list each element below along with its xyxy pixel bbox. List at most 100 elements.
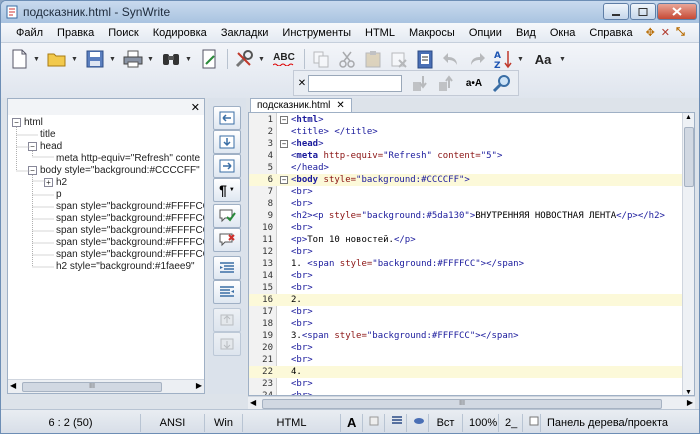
- code-line[interactable]: 18 <br>: [249, 318, 694, 330]
- scroll-right-icon[interactable]: ▶: [687, 398, 693, 407]
- tree-hscrollbar[interactable]: ◀ III ▶: [8, 379, 204, 393]
- menu-html[interactable]: HTML: [358, 23, 402, 43]
- tree-node-h2-style[interactable]: h2 style="background:#1faee9": [56, 261, 195, 273]
- status-panel[interactable]: Панель дерева/проекта: [541, 414, 681, 432]
- new-dropdown-icon[interactable]: ▼: [33, 56, 41, 63]
- print-dropdown-icon[interactable]: ▼: [147, 56, 155, 63]
- editor-hscroll-thumb[interactable]: III: [262, 399, 662, 409]
- find-binoculars-icon[interactable]: [159, 47, 183, 71]
- tree-node-span[interactable]: span style="background:#FFFFCC: [56, 213, 204, 225]
- code-line[interactable]: 11 <p>Топ 10 новостей.</p>: [249, 234, 694, 246]
- close-doc-icon[interactable]: ✕: [661, 26, 670, 39]
- code-line[interactable]: 10 <br>: [249, 222, 694, 234]
- status-insert-mode[interactable]: Вст: [429, 413, 463, 432]
- new-file-icon[interactable]: [7, 47, 31, 71]
- cut-icon[interactable]: [335, 47, 359, 71]
- fold-toggle-icon[interactable]: −: [280, 140, 288, 148]
- menu-file[interactable]: Файл: [9, 23, 50, 43]
- fold-toggle-icon[interactable]: −: [280, 176, 288, 184]
- tree-node-span[interactable]: span style="background:#FFFFCC: [56, 237, 204, 249]
- code-editor[interactable]: 1− <html> 2 <title> </title> 3− <head> 4 <meta …: [248, 112, 695, 396]
- editor-vscroll-thumb[interactable]: [684, 127, 694, 187]
- save-icon[interactable]: [83, 47, 107, 71]
- find-next-icon[interactable]: [408, 71, 432, 95]
- status-position[interactable]: 6 : 2 (50): [1, 413, 141, 432]
- spellcheck-icon[interactable]: ABC: [270, 47, 298, 71]
- paste-icon[interactable]: [361, 47, 385, 71]
- editor-hscrollbar[interactable]: ◀ III ▶: [248, 396, 695, 410]
- editor-vscrollbar[interactable]: ▲ ▼: [682, 113, 694, 395]
- status-line-ending[interactable]: Win: [205, 413, 243, 432]
- comment-remove-icon[interactable]: [213, 228, 241, 252]
- tools-dropdown-icon[interactable]: ▼: [258, 56, 266, 63]
- code-line[interactable]: 6− <body style="background:#CCCCFF">: [249, 174, 694, 186]
- save-dropdown-icon[interactable]: ▼: [109, 56, 117, 63]
- code-line[interactable]: 5 </head>: [249, 162, 694, 174]
- delete-icon[interactable]: [387, 47, 411, 71]
- tree-node-meta[interactable]: meta http-equiv="Refresh" conte: [56, 153, 200, 165]
- tree-hscroll-thumb[interactable]: III: [22, 382, 162, 392]
- sort-icon[interactable]: AZ: [491, 47, 515, 71]
- code-line[interactable]: 7 <br>: [249, 186, 694, 198]
- code-line[interactable]: 8 <br>: [249, 198, 694, 210]
- code-line[interactable]: 3− <head>: [249, 138, 694, 150]
- indent-right-icon[interactable]: [213, 154, 241, 178]
- menu-help[interactable]: Справка: [582, 23, 639, 43]
- move-icon[interactable]: ✥: [646, 26, 655, 39]
- font-dropdown-icon[interactable]: ▼: [559, 56, 567, 63]
- code-line[interactable]: 23 <br>: [249, 378, 694, 390]
- font-size-icon[interactable]: Aa: [529, 47, 557, 71]
- code-line[interactable]: 16 2.: [249, 294, 694, 306]
- menu-windows[interactable]: Окна: [543, 23, 583, 43]
- tree-view[interactable]: − html title − head meta http-equiv="Refre…: [8, 117, 204, 379]
- align-left-icon[interactable]: [213, 256, 241, 280]
- scroll-left-icon[interactable]: ◀: [10, 381, 16, 390]
- menu-view[interactable]: Вид: [509, 23, 543, 43]
- menu-options[interactable]: Опции: [462, 23, 509, 43]
- panel-toggle-icon[interactable]: [523, 413, 541, 432]
- move-down-icon[interactable]: [213, 130, 241, 154]
- indent-left-icon[interactable]: [213, 106, 241, 130]
- code-line[interactable]: 1− <html>: [249, 114, 694, 126]
- code-line[interactable]: 21 <br>: [249, 354, 694, 366]
- code-line[interactable]: 20 <br>: [249, 342, 694, 354]
- scroll-down-icon[interactable]: ▼: [685, 389, 692, 395]
- menu-encoding[interactable]: Кодировка: [146, 23, 214, 43]
- menu-edit[interactable]: Правка: [50, 23, 101, 43]
- code-line[interactable]: 15 <br>: [249, 282, 694, 294]
- code-line[interactable]: 22 4.: [249, 366, 694, 378]
- scroll-left-icon[interactable]: ◀: [250, 398, 256, 407]
- wrap-icon[interactable]: [385, 413, 407, 432]
- float-icon[interactable]: ⤡: [676, 26, 685, 39]
- replace-doc-icon[interactable]: [197, 47, 221, 71]
- tree-node-span[interactable]: span style="background:#FFFFCC: [56, 201, 204, 213]
- maximize-button[interactable]: [630, 3, 656, 20]
- code-line[interactable]: 17 <br>: [249, 306, 694, 318]
- code-line[interactable]: 4 <meta http-equiv="Refresh" content="5">: [249, 150, 694, 162]
- block-up-icon[interactable]: [213, 308, 241, 332]
- align-right-icon[interactable]: [213, 280, 241, 304]
- find-dropdown-icon[interactable]: ▼: [185, 56, 193, 63]
- redo-icon[interactable]: [465, 47, 489, 71]
- clipboard-icon[interactable]: [413, 47, 437, 71]
- find-magnifier-icon[interactable]: [490, 71, 514, 95]
- sync-icon[interactable]: [407, 413, 429, 432]
- fold-toggle-icon[interactable]: −: [280, 116, 288, 124]
- tree-node-span[interactable]: span style="background:#FFFFCC: [56, 225, 204, 237]
- minimize-button[interactable]: [603, 3, 629, 20]
- tree-node-span[interactable]: span style="background:#FFFFCC: [56, 249, 204, 261]
- find-input[interactable]: [308, 74, 402, 92]
- scroll-up-icon[interactable]: ▲: [685, 114, 692, 121]
- open-folder-icon[interactable]: [45, 47, 69, 71]
- menu-search[interactable]: Поиск: [101, 23, 145, 43]
- tab-close-icon[interactable]: ✕: [336, 100, 344, 111]
- menu-macros[interactable]: Макросы: [402, 23, 462, 43]
- code-line[interactable]: 9 <h2><p style="background:#5da130">ВНУТР…: [249, 210, 694, 222]
- code-line[interactable]: 13 1. <span style="background:#FFFFCC"></…: [249, 258, 694, 270]
- status-encoding[interactable]: ANSI: [141, 413, 205, 432]
- code-line[interactable]: 19 3.<span style="background:#FFFFCC"></s…: [249, 330, 694, 342]
- undo-icon[interactable]: [439, 47, 463, 71]
- scroll-right-icon[interactable]: ▶: [196, 381, 202, 390]
- copy-icon[interactable]: [309, 47, 333, 71]
- comment-add-icon[interactable]: [213, 204, 241, 228]
